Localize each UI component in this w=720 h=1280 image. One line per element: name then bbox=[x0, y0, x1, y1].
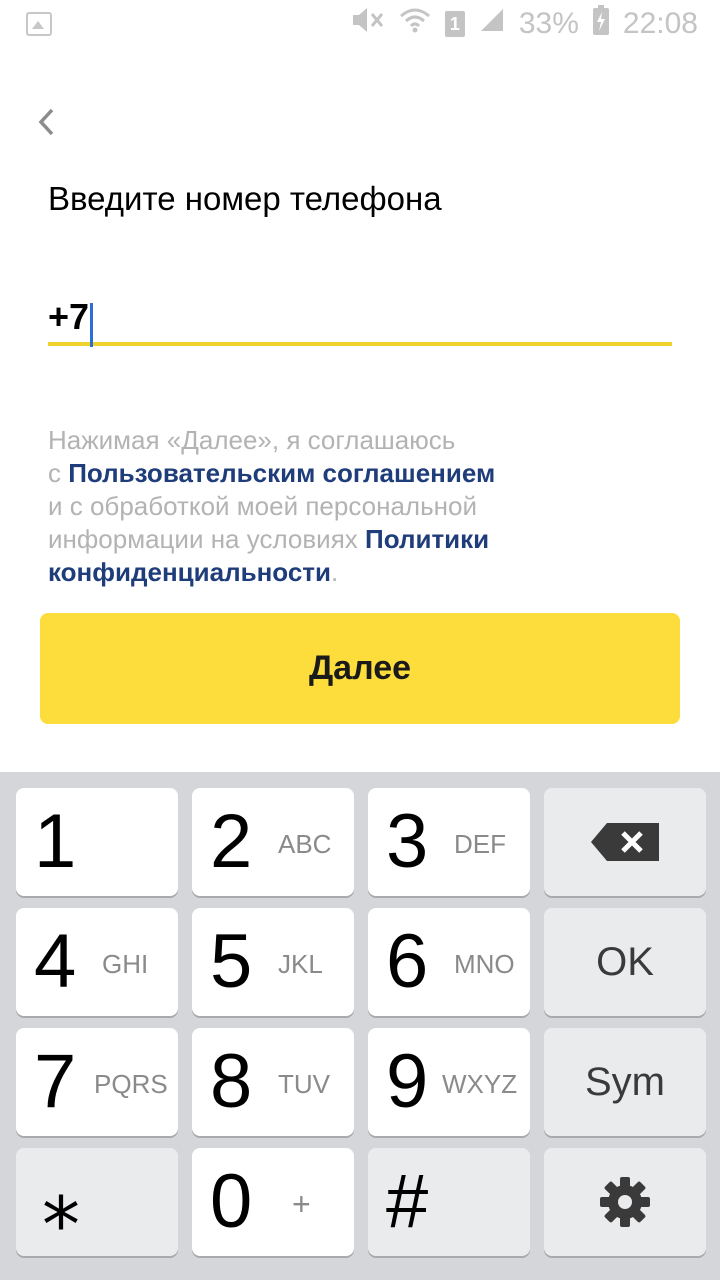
key-letters: JKL bbox=[278, 949, 323, 979]
user-agreement-link[interactable]: Пользовательским соглашением bbox=[68, 458, 495, 488]
backspace-icon bbox=[544, 788, 706, 896]
key-letters: TUV bbox=[278, 1069, 330, 1099]
phone-input-value: +7 bbox=[48, 296, 90, 337]
privacy-policy-link[interactable]: Политики bbox=[365, 524, 489, 554]
key-4[interactable]: 4 GHI bbox=[16, 908, 178, 1016]
key-letters: ABC bbox=[278, 829, 332, 859]
key-0[interactable]: 0 + bbox=[192, 1148, 354, 1256]
signal-icon bbox=[479, 7, 505, 41]
legal-text-part: Нажимая «Далее», я соглашаюсь bbox=[48, 425, 456, 455]
key-digit: 9 bbox=[386, 1039, 429, 1124]
back-button[interactable] bbox=[30, 102, 70, 142]
status-icons: 1 33% 22:08 bbox=[351, 5, 698, 43]
legal-text-part: . bbox=[331, 557, 339, 587]
key-3[interactable]: 3 DEF bbox=[368, 788, 530, 896]
chevron-left-icon bbox=[38, 108, 54, 136]
image-icon bbox=[26, 12, 52, 36]
page-title: Введите номер телефона bbox=[48, 180, 442, 217]
mute-icon bbox=[351, 6, 385, 42]
key-letters: DEF bbox=[454, 829, 506, 859]
backspace-key[interactable] bbox=[544, 788, 706, 896]
next-button[interactable]: Далее bbox=[40, 613, 680, 724]
key-7[interactable]: 7 PQRS bbox=[16, 1028, 178, 1136]
key-6[interactable]: 6 MNO bbox=[368, 908, 530, 1016]
key-letters: PQRS bbox=[94, 1069, 168, 1099]
key-digit: 1 bbox=[34, 799, 77, 884]
key-8[interactable]: 8 TUV bbox=[192, 1028, 354, 1136]
legal-text-part: информации на условиях bbox=[48, 524, 366, 554]
ok-key[interactable]: OK bbox=[544, 908, 706, 1016]
key-digit: 0 bbox=[210, 1159, 253, 1244]
legal-text-part: с bbox=[48, 458, 69, 488]
battery-percent: 33% bbox=[518, 7, 579, 40]
key-letters: GHI bbox=[102, 949, 149, 979]
key-digit: # bbox=[386, 1159, 429, 1244]
status-bar: 1 33% 22:08 bbox=[0, 0, 720, 48]
privacy-policy-link-cont[interactable]: конфиденциальности bbox=[48, 557, 331, 587]
key-5[interactable]: 5 JKL bbox=[192, 908, 354, 1016]
key-digit: 4 bbox=[34, 919, 77, 1004]
gear-icon bbox=[544, 1148, 706, 1256]
key-asterisk[interactable]: ⁎ bbox=[16, 1148, 178, 1256]
legal-text: Нажимая «Далее», я соглашаюсь с Пользова… bbox=[48, 424, 688, 589]
key-2[interactable]: 2 ABC bbox=[192, 788, 354, 896]
settings-key[interactable] bbox=[544, 1148, 706, 1256]
key-hash[interactable]: # bbox=[368, 1148, 530, 1256]
key-digit: 2 bbox=[210, 799, 253, 884]
key-9[interactable]: 9 WXYZ bbox=[368, 1028, 530, 1136]
next-button-label: Далее bbox=[308, 649, 412, 687]
phone-input[interactable]: +7 bbox=[48, 292, 672, 347]
key-digit: 8 bbox=[210, 1039, 253, 1124]
wifi-icon bbox=[399, 6, 431, 42]
key-letters: MNO bbox=[454, 949, 515, 979]
key-digit: 3 bbox=[386, 799, 429, 884]
legal-text-part: и с обработкой моей персональной bbox=[48, 491, 477, 521]
key-letters: + bbox=[292, 1186, 311, 1222]
sym-key-label: Sym bbox=[585, 1059, 665, 1104]
key-letters: WXYZ bbox=[442, 1069, 518, 1099]
sim-icon: 1 bbox=[444, 11, 465, 37]
key-digit: 5 bbox=[210, 919, 253, 1004]
key-digit: 7 bbox=[34, 1039, 77, 1124]
battery-charging-icon bbox=[592, 5, 609, 43]
key-digit: 6 bbox=[386, 919, 429, 1004]
clock: 22:08 bbox=[622, 7, 698, 40]
ok-key-label: OK bbox=[596, 939, 654, 984]
text-cursor bbox=[90, 302, 94, 347]
sym-key[interactable]: Sym bbox=[544, 1028, 706, 1136]
key-1[interactable]: 1 bbox=[16, 788, 178, 896]
key-digit: ⁎ bbox=[42, 1159, 80, 1244]
numeric-keyboard: 1 2 ABC 3 DEF 4 GHI 5 JKL 6 MNO OK 7 PQR… bbox=[0, 772, 720, 1280]
